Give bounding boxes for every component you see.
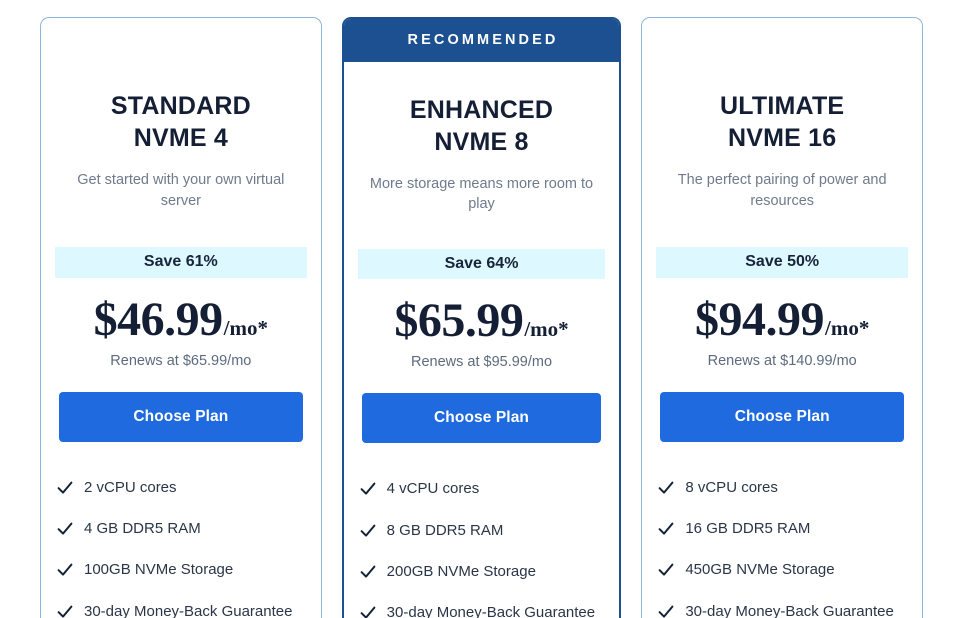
check-icon: [360, 563, 376, 581]
check-icon: [57, 479, 73, 497]
feature-text: 200GB NVMe Storage: [386, 562, 536, 580]
check-icon: [658, 561, 674, 579]
feature-list: 8 vCPU cores 16 GB DDR5 RAM 450GB NVMe Sto…: [642, 442, 922, 618]
plan-tagline: More storage means more room to play: [369, 175, 594, 213]
plan-card-enhanced-nvme-8: RECOMMENDED ENHANCED NVME 8 More storage me…: [341, 17, 622, 618]
money-back-guarantee-link[interactable]: 30-day Money-Back Guarantee: [387, 602, 595, 618]
feature-text: 8 vCPU cores: [685, 478, 778, 496]
choose-plan-button[interactable]: Choose Plan: [660, 391, 905, 442]
plan-title-line2: NVME 8: [434, 127, 529, 156]
price-amount: $65.99: [394, 294, 524, 348]
feature-item: 200GB NVMe Storage: [360, 561, 604, 582]
save-badge: Save 50%: [656, 247, 909, 278]
feature-text: 4 GB DDR5 RAM: [84, 520, 201, 538]
feature-item: 30-day Money-Back Guarantee: [360, 602, 604, 618]
plan-title-line1: ENHANCED: [409, 95, 554, 124]
money-back-guarantee-link[interactable]: 30-day Money-Back Guarantee: [84, 601, 292, 618]
feature-item: 30-day Money-Back Guarantee: [658, 601, 906, 618]
plan-card-ultimate-nvme-16: ULTIMATE NVME 16 The perfect pairing of po…: [641, 17, 924, 618]
feature-item: 4 GB DDR5 RAM: [57, 518, 305, 539]
card-header: STANDARD NVME 4 Get started with your own …: [41, 18, 321, 211]
price-line: $94.99/mo*: [642, 292, 922, 346]
check-icon: [360, 604, 376, 618]
plan-title: ENHANCED NVME 8: [362, 94, 602, 158]
pricing-plans-grid: STANDARD NVME 4 Get started with your own …: [0, 0, 963, 618]
check-icon: [658, 603, 674, 618]
plan-title-line2: NVME 16: [727, 124, 837, 152]
check-icon: [360, 480, 376, 498]
feature-item: 100GB NVMe Storage: [57, 559, 305, 580]
price-line: $65.99/mo*: [344, 297, 620, 345]
price-period-suffix: /mo*: [223, 315, 268, 340]
price-amount: $94.99: [695, 292, 825, 346]
check-icon: [360, 522, 376, 540]
price-block: $46.99/mo* Renews at $65.99/mo: [41, 278, 321, 369]
plan-title: STANDARD NVME 4: [59, 90, 303, 154]
price-block: $65.99/mo* Renews at $95.99/mo: [344, 279, 620, 371]
feature-text: 4 vCPU cores: [386, 480, 480, 498]
plan-title: ULTIMATE NVME 16: [660, 90, 904, 154]
renewal-price-note: Renews at $95.99/mo: [410, 354, 553, 371]
feature-text: 8 GB DDR5 RAM: [386, 521, 504, 539]
feature-list: 4 vCPU cores 8 GB DDR5 RAM 200GB NVMe Stor…: [344, 443, 620, 618]
feature-item: 8 vCPU cores: [658, 477, 906, 498]
money-back-guarantee-link[interactable]: 30-day Money-Back Guarantee: [685, 601, 893, 618]
price-amount: $46.99: [93, 292, 224, 346]
price-period-suffix: /mo*: [524, 317, 569, 342]
feature-item: 450GB NVMe Storage: [658, 559, 906, 580]
feature-text: 2 vCPU cores: [84, 478, 177, 496]
feature-item: 30-day Money-Back Guarantee: [57, 601, 305, 618]
feature-text: 16 GB DDR5 RAM: [685, 520, 811, 538]
price-line: $46.99/mo*: [41, 292, 321, 346]
feature-item: 16 GB DDR5 RAM: [658, 518, 906, 539]
plan-tagline: The perfect pairing of power and resourc…: [677, 172, 887, 209]
plan-title-line1: ULTIMATE: [720, 92, 845, 120]
plan-tagline: Get started with your own virtual server: [77, 172, 285, 209]
card-header: ULTIMATE NVME 16 The perfect pairing of po…: [642, 18, 922, 211]
feature-item: 8 GB DDR5 RAM: [360, 520, 604, 541]
renewal-price-note: Renews at $65.99/mo: [110, 352, 252, 369]
feature-list: 2 vCPU cores 4 GB DDR5 RAM 100GB NVMe Stor…: [41, 442, 321, 618]
check-icon: [658, 479, 674, 497]
feature-item: 2 vCPU cores: [57, 477, 305, 498]
check-icon: [57, 603, 73, 618]
check-icon: [57, 561, 73, 579]
recommended-badge: RECOMMENDED: [343, 19, 620, 62]
choose-plan-button[interactable]: Choose Plan: [361, 393, 602, 444]
feature-text: 450GB NVMe Storage: [685, 561, 835, 579]
choose-plan-button[interactable]: Choose Plan: [59, 391, 303, 442]
plan-title-line2: NVME 4: [133, 124, 228, 152]
cta-wrapper: Choose Plan: [41, 369, 321, 442]
check-icon: [658, 520, 674, 538]
save-badge: Save 64%: [357, 248, 606, 280]
card-header: ENHANCED NVME 8 More storage means more ro…: [344, 62, 620, 215]
feature-text: 100GB NVMe Storage: [84, 561, 234, 579]
price-block: $94.99/mo* Renews at $140.99/mo: [642, 278, 922, 369]
check-icon: [57, 520, 73, 538]
cta-wrapper: Choose Plan: [344, 370, 620, 444]
plan-title-line1: STANDARD: [110, 92, 251, 120]
cta-wrapper: Choose Plan: [642, 369, 922, 442]
save-badge: Save 61%: [55, 247, 307, 278]
price-period-suffix: /mo*: [825, 315, 870, 340]
renewal-price-note: Renews at $140.99/mo: [707, 352, 857, 369]
feature-item: 4 vCPU cores: [360, 478, 604, 499]
plan-card-standard-nvme-4: STANDARD NVME 4 Get started with your own …: [40, 17, 322, 618]
